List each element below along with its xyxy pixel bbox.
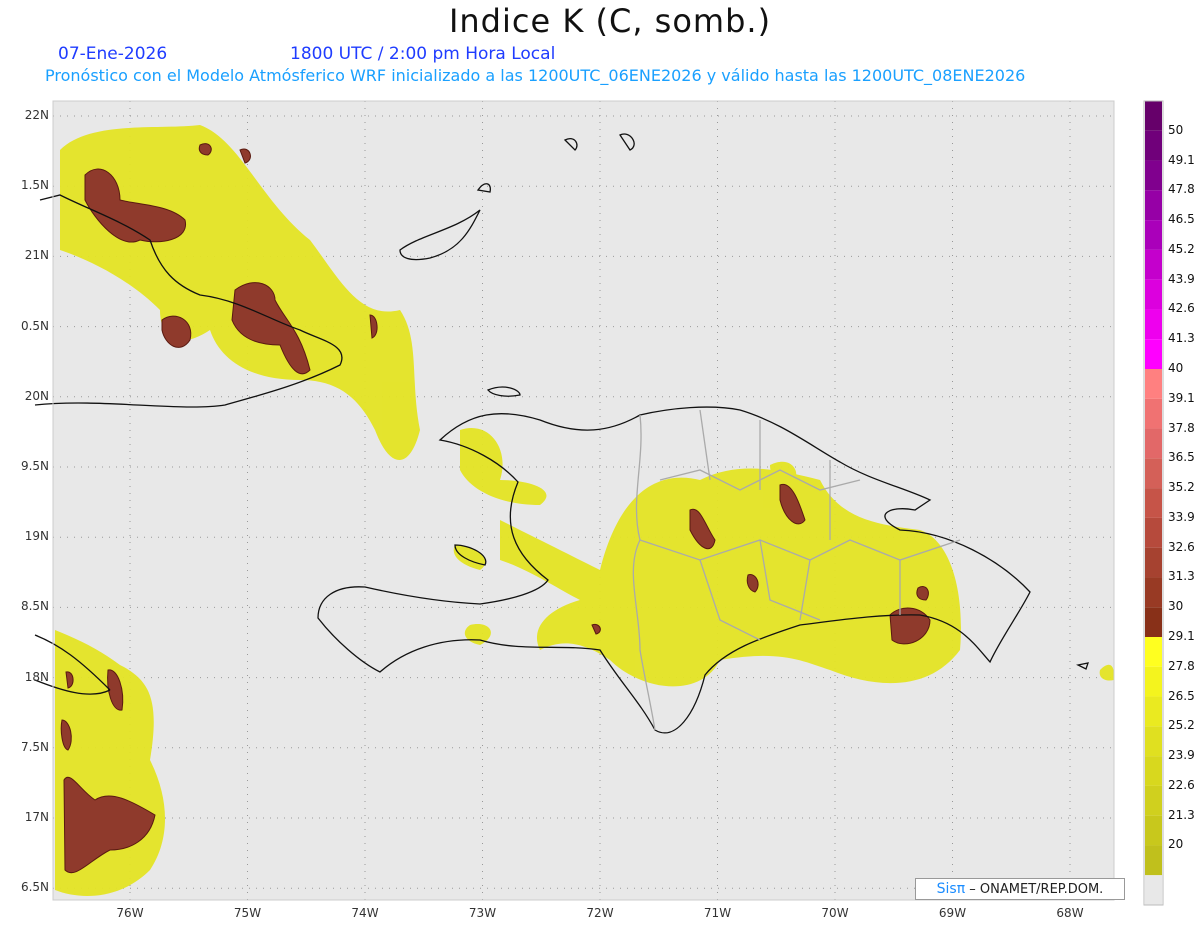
model-description: Pronóstico con el Modelo Atmósferico WRF…	[45, 66, 1025, 85]
colorbar-segment	[1145, 131, 1162, 161]
colorbar-label: 47.8	[1168, 182, 1195, 196]
lat-tick-label: 18N	[3, 670, 49, 684]
colorbar-label: 32.6	[1168, 540, 1195, 554]
lat-tick-label: 9.5N	[3, 459, 49, 473]
colorbar-segment	[1145, 190, 1162, 220]
lat-tick-label: 21N	[3, 248, 49, 262]
colorbar-segment	[1145, 637, 1162, 667]
lon-tick-label: 72W	[580, 906, 620, 920]
colorbar-label: 22.6	[1168, 778, 1195, 792]
colorbar-segment	[1145, 280, 1162, 310]
lat-tick-label: 6.5N	[3, 880, 49, 894]
lon-tick-label: 74W	[345, 906, 385, 920]
colorbar-label: 37.8	[1168, 421, 1195, 435]
colorbar-segment	[1145, 339, 1162, 369]
colorbar-label: 21.3	[1168, 808, 1195, 822]
colorbar-segment	[1145, 845, 1162, 875]
colorbar-segment	[1145, 399, 1162, 429]
colorbar-segment	[1145, 875, 1162, 905]
lat-tick-label: 8.5N	[3, 599, 49, 613]
colorbar-segment	[1145, 250, 1162, 280]
lat-tick-label: 20N	[3, 389, 49, 403]
lat-tick-label: 0.5N	[3, 319, 49, 333]
lon-tick-label: 71W	[698, 906, 738, 920]
colorbar-segment	[1145, 607, 1162, 637]
credit-text: – ONAMET/REP.DOM.	[969, 882, 1103, 897]
colorbar-label: 35.2	[1168, 480, 1195, 494]
colorbar-segment	[1145, 577, 1162, 607]
forecast-time: 1800 UTC / 2:00 pm Hora Local	[290, 44, 555, 64]
colorbar-segment	[1145, 309, 1162, 339]
colorbar-label: 27.8	[1168, 659, 1195, 673]
colorbar-segment	[1145, 488, 1162, 518]
colorbar-segment	[1145, 518, 1162, 548]
colorbar-label: 31.3	[1168, 569, 1195, 583]
colorbar-label: 45.2	[1168, 242, 1195, 256]
colorbar-label: 41.3	[1168, 331, 1195, 345]
lon-tick-label: 68W	[1050, 906, 1090, 920]
colorbar-label: 25.2	[1168, 718, 1195, 732]
colorbar-segment	[1145, 161, 1162, 191]
colorbar-label: 33.9	[1168, 510, 1195, 524]
colorbar-segment	[1145, 786, 1162, 816]
lon-tick-label: 75W	[228, 906, 268, 920]
colorbar-label: 42.6	[1168, 301, 1195, 315]
credit-brand: Sisπ	[937, 881, 966, 897]
colorbar-segment	[1145, 756, 1162, 786]
colorbar-segment	[1145, 369, 1162, 399]
colorbar-label: 29.1	[1168, 629, 1195, 643]
map-canvas	[0, 0, 1200, 927]
colorbar	[1144, 101, 1163, 905]
lat-tick-label: 19N	[3, 529, 49, 543]
colorbar-segment	[1145, 101, 1162, 131]
lon-tick-label: 69W	[933, 906, 973, 920]
colorbar-segment	[1145, 697, 1162, 727]
colorbar-label: 49.1	[1168, 153, 1195, 167]
colorbar-label: 20	[1168, 837, 1183, 851]
lon-tick-label: 70W	[815, 906, 855, 920]
colorbar-label: 23.9	[1168, 748, 1195, 762]
colorbar-label: 36.5	[1168, 450, 1195, 464]
colorbar-segment	[1145, 220, 1162, 250]
colorbar-segment	[1145, 429, 1162, 459]
lat-tick-label: 1.5N	[3, 178, 49, 192]
colorbar-segment	[1145, 458, 1162, 488]
credit-box: Sisπ – ONAMET/REP.DOM.	[915, 878, 1125, 900]
lat-tick-label: 7.5N	[3, 740, 49, 754]
lat-tick-label: 17N	[3, 810, 49, 824]
colorbar-segment	[1145, 726, 1162, 756]
colorbar-segment	[1145, 816, 1162, 846]
colorbar-label: 50	[1168, 123, 1183, 137]
forecast-date: 07-Ene-2026	[58, 44, 167, 64]
colorbar-label: 46.5	[1168, 212, 1195, 226]
lon-tick-label: 73W	[463, 906, 503, 920]
colorbar-label: 30	[1168, 599, 1183, 613]
colorbar-segment	[1145, 667, 1162, 697]
map-title: Indice K (C, somb.)	[0, 2, 1200, 40]
colorbar-segment	[1145, 548, 1162, 578]
colorbar-label: 39.1	[1168, 391, 1195, 405]
colorbar-label: 40	[1168, 361, 1183, 375]
colorbar-label: 43.9	[1168, 272, 1195, 286]
lat-tick-label: 22N	[3, 108, 49, 122]
lon-tick-label: 76W	[110, 906, 150, 920]
colorbar-label: 26.5	[1168, 689, 1195, 703]
